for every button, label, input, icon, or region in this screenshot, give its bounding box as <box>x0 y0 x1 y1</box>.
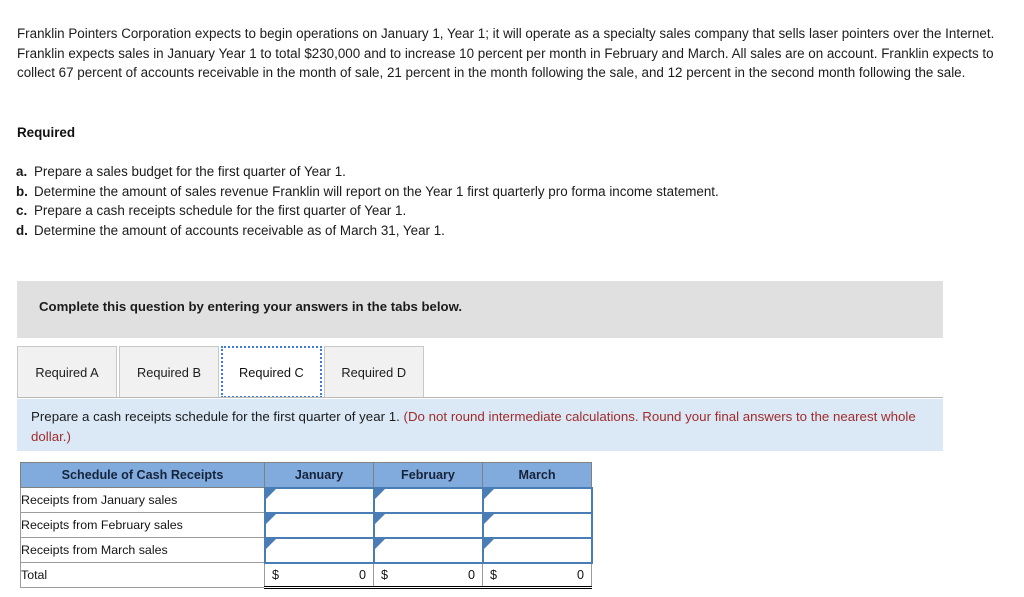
total-february: $ 0 <box>373 562 483 589</box>
input-february-receipts-march[interactable] <box>481 511 593 539</box>
total-march: $ 0 <box>482 562 592 589</box>
tab-label: Required B <box>136 364 202 380</box>
list-item-text: Prepare a cash receipts schedule for the… <box>34 203 407 218</box>
cell-marker-icon <box>374 488 385 499</box>
instruction-panel: Prepare a cash receipts schedule for the… <box>17 399 943 451</box>
table-total-row: Total $ 0 $ 0 $ 0 <box>20 562 592 589</box>
row-label-february-sales: Receipts from February sales <box>20 512 265 538</box>
tab-label: Required D <box>341 364 407 380</box>
cell-marker-icon <box>374 538 385 549</box>
list-item-letter: a. <box>16 164 28 179</box>
input-march-receipts-march[interactable] <box>481 536 593 564</box>
input-january-receipts-march[interactable] <box>481 486 593 514</box>
requirement-tabs: Required A Required B Required C Require… <box>17 346 426 398</box>
requirements-list: a. Prepare a sales budget for the first … <box>14 162 964 240</box>
table-row: Receipts from March sales <box>20 536 593 564</box>
input-february-receipts-january[interactable] <box>263 511 375 539</box>
list-item: d. Determine the amount of accounts rece… <box>14 221 964 241</box>
table-row: Receipts from January sales <box>20 486 593 514</box>
tab-required-b[interactable]: Required B <box>119 346 219 398</box>
tab-label: Required C <box>239 364 304 380</box>
cash-receipts-table: Schedule of Cash Receipts January Februa… <box>20 462 593 589</box>
total-value: 0 <box>467 567 475 582</box>
cell-marker-icon <box>483 488 494 499</box>
tab-label: Required A <box>35 364 99 380</box>
input-february-receipts-february[interactable] <box>372 511 484 539</box>
cell-marker-icon <box>265 488 276 499</box>
input-march-receipts-february[interactable] <box>372 536 484 564</box>
input-march-receipts-january[interactable] <box>263 536 375 564</box>
row-label-march-sales: Receipts from March sales <box>20 537 265 563</box>
tab-required-c[interactable]: Required C <box>221 346 322 398</box>
tab-required-a[interactable]: Required A <box>17 346 117 398</box>
cell-marker-icon <box>374 513 385 524</box>
list-item: c. Prepare a cash receipts schedule for … <box>14 201 964 221</box>
complete-question-banner-text: Complete this question by entering your … <box>39 299 463 314</box>
list-item-letter: b. <box>16 183 28 199</box>
table-row: Receipts from February sales <box>20 511 593 539</box>
list-item-letter: d. <box>16 222 28 238</box>
input-january-receipts-january[interactable] <box>263 486 375 514</box>
currency-symbol: $ <box>272 567 280 582</box>
cell-marker-icon <box>265 538 276 549</box>
row-label-total: Total <box>20 562 265 588</box>
column-header-schedule: Schedule of Cash Receipts <box>20 462 265 488</box>
list-item-letter: c. <box>16 203 28 218</box>
column-header-march: March <box>482 462 592 488</box>
column-header-january: January <box>264 462 374 488</box>
column-header-february: February <box>373 462 483 488</box>
complete-question-banner: Complete this question by entering your … <box>17 281 943 338</box>
list-item-text: Determine the amount of accounts receiva… <box>34 222 445 238</box>
currency-symbol: $ <box>381 567 389 582</box>
row-label-january-sales: Receipts from January sales <box>20 487 265 513</box>
tabs-underline <box>17 397 943 398</box>
list-item-text: Determine the amount of sales revenue Fr… <box>34 183 719 199</box>
cell-marker-icon <box>265 513 276 524</box>
cell-marker-icon <box>483 538 494 549</box>
total-value: 0 <box>576 567 584 582</box>
tab-required-d[interactable]: Required D <box>323 346 424 398</box>
list-item: a. Prepare a sales budget for the first … <box>14 162 964 182</box>
problem-paragraph: Franklin Pointers Corporation expects to… <box>17 26 995 81</box>
required-heading: Required <box>17 125 76 140</box>
total-january: $ 0 <box>264 562 374 589</box>
total-value: 0 <box>358 567 366 582</box>
currency-symbol: $ <box>490 567 498 582</box>
cell-marker-icon <box>483 513 494 524</box>
list-item-text: Prepare a sales budget for the first qua… <box>34 164 346 179</box>
instruction-text: Prepare a cash receipts schedule for the… <box>31 407 921 447</box>
table-header-row: Schedule of Cash Receipts January Februa… <box>20 462 592 488</box>
input-january-receipts-february[interactable] <box>372 486 484 514</box>
instruction-main: Prepare a cash receipts schedule for the… <box>31 409 400 424</box>
problem-statement: Franklin Pointers Corporation expects to… <box>17 24 1012 83</box>
list-item: b. Determine the amount of sales revenue… <box>14 182 964 202</box>
